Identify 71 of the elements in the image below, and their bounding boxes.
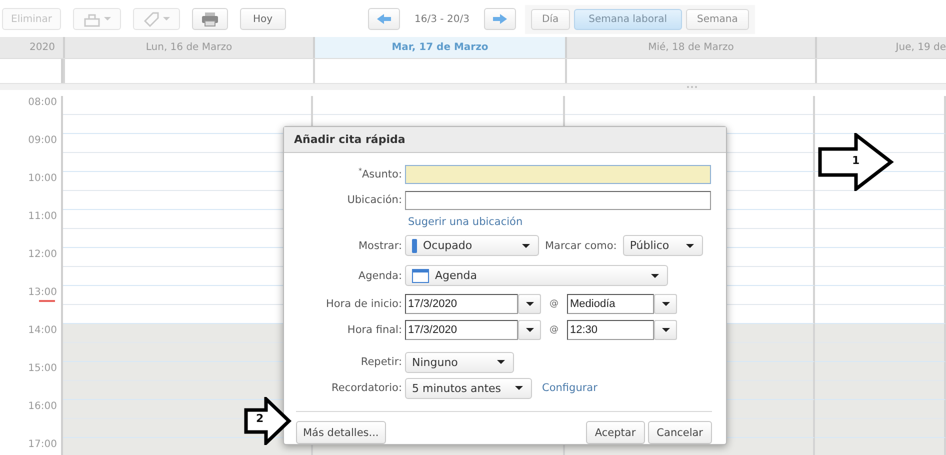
time-label: 13:00	[28, 287, 57, 298]
repeat-dropdown[interactable]: Ninguno	[405, 352, 514, 372]
cancel-button[interactable]: Cancelar	[648, 421, 712, 444]
caret-icon	[526, 328, 534, 332]
field-label: Hora de inicio:	[324, 298, 402, 310]
configure-link[interactable]: Configurar	[542, 382, 598, 394]
mark-as-dropdown[interactable]: Público	[622, 235, 703, 256]
time-label: 12:00	[28, 249, 57, 260]
caret-icon	[526, 302, 534, 306]
date-range: 16/3 - 20/3	[414, 14, 470, 24]
field-label: Agenda:	[357, 270, 402, 282]
caret-icon	[162, 17, 170, 21]
time-field[interactable]: 12:30	[567, 320, 654, 340]
printer-icon	[200, 12, 219, 26]
field-label: Marcar como:	[545, 240, 617, 252]
time-label: 16:00	[28, 401, 57, 412]
time-field[interactable]: Mediodía	[567, 294, 654, 314]
calendar-dropdown[interactable]: Agenda	[405, 265, 668, 286]
field-label: Hora final:	[346, 324, 402, 336]
caret-icon	[497, 360, 505, 364]
time-label: 14:00	[28, 325, 57, 336]
time-dropdown-button[interactable]	[654, 294, 677, 314]
right-arrow-icon	[492, 13, 508, 25]
date-dropdown-button[interactable]	[518, 294, 541, 314]
day-header: Mar, 17 de Marzo	[313, 37, 565, 58]
time-label: 15:00	[28, 363, 57, 374]
callout-number: 1	[852, 154, 860, 167]
time-label: 10:00	[28, 173, 57, 184]
field-label: $^{*}$Asunto:	[357, 167, 402, 181]
tag-icon	[142, 12, 160, 26]
print-button[interactable]	[192, 8, 228, 30]
accept-button[interactable]: Aceptar	[586, 421, 645, 444]
calendar-icon	[412, 268, 429, 282]
caret-icon	[522, 244, 530, 248]
year-label: 2020	[28, 41, 56, 55]
time-dropdown-button[interactable]	[654, 320, 677, 340]
reminder-dropdown[interactable]: 5 minutos antes	[405, 378, 532, 398]
next-button[interactable]	[484, 8, 516, 30]
time-label: 11:00	[28, 211, 57, 222]
at-sign: @	[548, 325, 560, 335]
time-label: 08:00	[28, 97, 57, 108]
suggest-location-link[interactable]: Sugerir una ubicación	[408, 216, 523, 228]
location-field[interactable]	[405, 190, 711, 210]
caret-icon	[515, 386, 523, 390]
date-field[interactable]: 17/3/2020	[405, 320, 518, 340]
at-sign: @	[548, 299, 560, 309]
previous-button[interactable]	[368, 8, 400, 30]
callout-number: 2	[256, 412, 264, 425]
time-label: 17:00	[28, 439, 57, 450]
show-as-dropdown[interactable]: Ocupado	[405, 235, 539, 256]
field-label: Mostrar:	[358, 240, 402, 252]
caret-icon	[651, 274, 659, 278]
subject-field[interactable]	[405, 164, 711, 184]
busy-bar-icon	[412, 238, 417, 252]
time-slot[interactable]	[815, 172, 946, 210]
caret-icon	[662, 302, 670, 306]
more-details-button[interactable]: Más detalles...	[296, 421, 386, 444]
field-label: Ubicación:	[346, 194, 402, 206]
dialog-title: Añadir cita rápida	[284, 127, 726, 153]
time-label: 09:00	[28, 135, 57, 146]
day-header: Mié, 18 de Marzo	[565, 37, 815, 58]
date-dropdown-button[interactable]	[518, 320, 541, 340]
caret-icon	[662, 328, 670, 332]
tray-icon	[82, 12, 101, 26]
caret-icon	[104, 17, 111, 21]
toolbar-button[interactable]: Hoy	[240, 8, 286, 30]
left-arrow-icon	[376, 13, 392, 25]
field-label: Recordatorio:	[330, 382, 402, 394]
date-field[interactable]: 17/3/2020	[405, 294, 518, 314]
day-header: Jue, 19 de	[815, 37, 946, 58]
field-label: Repetir:	[360, 356, 402, 368]
